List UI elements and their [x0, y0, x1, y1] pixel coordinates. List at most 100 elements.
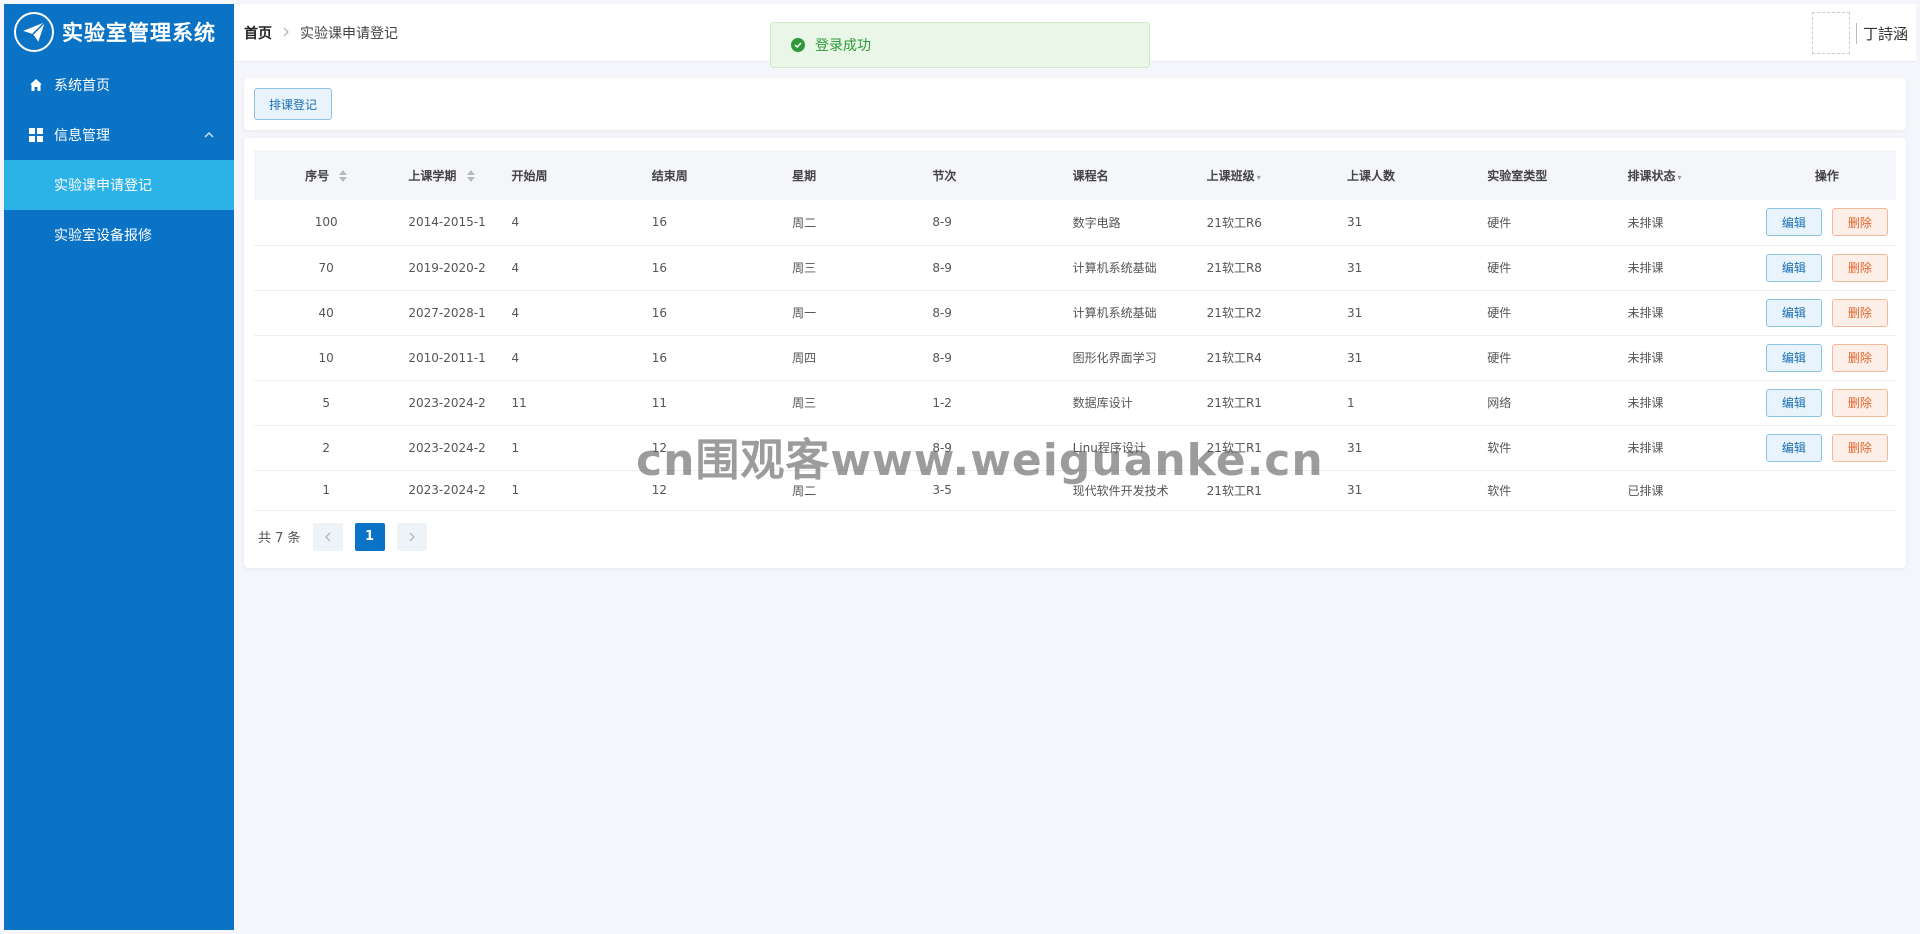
- avatar[interactable]: [1811, 12, 1850, 54]
- table-cell: 数字电路: [1072, 215, 1121, 230]
- chevron-up-icon: [204, 128, 214, 144]
- table-cell: 70: [318, 260, 334, 275]
- table-row: 2 2023-2024-2 1 12 8-9 Linu程序设计 21软工R1 31 软件 未排课 编…: [254, 425, 1896, 470]
- table-cell: 21软工R8: [1206, 261, 1262, 275]
- sidebar-item-home[interactable]: 系统首页: [4, 60, 234, 110]
- table-cell: 1: [1346, 395, 1355, 410]
- next-page-button[interactable]: [396, 522, 427, 551]
- table-cell: 硬件: [1487, 306, 1512, 320]
- column-header-schedule-status[interactable]: 排课状态 ▾: [1617, 150, 1757, 200]
- table-cell: 16: [651, 215, 668, 230]
- table-cell: 计算机系统基础: [1072, 306, 1157, 320]
- table-cell: [782, 425, 922, 470]
- table-cell: 图形化界面学习: [1072, 351, 1157, 365]
- table-cell: 16: [651, 350, 668, 365]
- table-cell: 2019-2020-2: [408, 260, 486, 275]
- edit-button[interactable]: 编辑: [1765, 388, 1822, 417]
- filter-arrow-icon[interactable]: ▾: [1677, 173, 1681, 182]
- delete-button[interactable]: 删除: [1831, 433, 1888, 462]
- table-cell: 31: [1346, 260, 1363, 275]
- page-number-button[interactable]: 1: [354, 522, 385, 551]
- delete-button[interactable]: 删除: [1831, 388, 1888, 417]
- column-header-end-week: 结束周: [651, 168, 688, 183]
- table-cell: 8-9: [932, 305, 952, 320]
- table-cell: 软件: [1487, 483, 1512, 498]
- table-cell: 100: [314, 215, 338, 230]
- breadcrumb-current: 实验课申请登记: [300, 25, 398, 42]
- table-cell: 3-5: [932, 483, 952, 497]
- table-cell: 21软工R2: [1206, 306, 1262, 320]
- table-cell-actions: 编辑 删除: [1758, 290, 1896, 335]
- sort-icon[interactable]: [466, 170, 475, 182]
- sidebar-item-label: 系统首页: [54, 78, 110, 94]
- edit-button[interactable]: 编辑: [1765, 343, 1822, 372]
- table-cell: 31: [1346, 305, 1363, 320]
- sort-icon[interactable]: [339, 170, 348, 182]
- table-cell: 31: [1346, 350, 1363, 365]
- table-cell: 12: [651, 483, 668, 497]
- edit-button[interactable]: 编辑: [1765, 253, 1822, 282]
- table-cell: 已排课: [1627, 483, 1664, 498]
- sidebar-item-lab-course-application[interactable]: 实验课申请登记: [4, 160, 234, 210]
- column-header-weekday: 星期: [792, 168, 817, 183]
- edit-button[interactable]: 编辑: [1765, 298, 1822, 327]
- table-cell: 2014-2015-1: [408, 215, 486, 230]
- table-row: 10 2010-2011-1 4 16 周四 8-9 图形化界面学习 21软工R4 31 硬件 未排…: [254, 335, 1896, 380]
- sidebar-item-label: 信息管理: [54, 128, 110, 144]
- column-header-index[interactable]: 序号: [254, 150, 398, 200]
- table-cell: 2010-2011-1: [408, 350, 486, 365]
- sidebar-item-label: 实验课申请登记: [54, 178, 152, 194]
- table-cell-actions: 编辑 删除: [1758, 245, 1896, 290]
- delete-button[interactable]: 删除: [1831, 343, 1888, 372]
- table-cell: 21软工R4: [1206, 351, 1262, 365]
- table-cell: 31: [1346, 483, 1363, 497]
- table-cell: 8-9: [932, 260, 952, 275]
- table-cell: 未排课: [1627, 441, 1664, 455]
- table-cell-actions: 编辑 删除: [1758, 425, 1896, 470]
- table-cell: 2023-2024-2: [408, 483, 486, 497]
- user-name[interactable]: 丁詩涵: [1855, 22, 1908, 44]
- app-title: 实验室管理系统: [62, 21, 216, 45]
- table-cell: 8-9: [932, 215, 952, 230]
- table-cell: 周四: [792, 351, 817, 365]
- schedule-register-button[interactable]: 排课登记: [254, 88, 333, 120]
- sidebar-item-info-management[interactable]: 信息管理: [4, 110, 234, 160]
- table-cell: 1: [511, 440, 520, 455]
- table-cell: 10: [318, 350, 334, 365]
- table-cell: 16: [651, 305, 668, 320]
- edit-button[interactable]: 编辑: [1765, 208, 1822, 237]
- table-cell: 周三: [792, 396, 817, 410]
- prev-page-button[interactable]: [312, 522, 343, 551]
- table-cell: 2023-2024-2: [408, 395, 486, 410]
- column-header-class[interactable]: 上课班级 ▾: [1197, 150, 1337, 200]
- chevron-left-icon: [324, 532, 330, 541]
- edit-button[interactable]: 编辑: [1765, 433, 1822, 462]
- table-row: 1 2023-2024-2 1 12 周二 3-5 现代软件开发技术 21软工R1 31 软件 已排…: [254, 470, 1896, 510]
- table-cell-actions: 编辑 删除: [1758, 380, 1896, 425]
- table-row: 100 2014-2015-1 4 16 周二 8-9 数字电路 21软工R6 31 硬件 未排课 编…: [254, 200, 1896, 245]
- table-cell: 未排课: [1627, 306, 1664, 320]
- table-cell: 1: [511, 483, 520, 497]
- table-cell: 2023-2024-2: [408, 440, 486, 455]
- delete-button[interactable]: 删除: [1831, 298, 1888, 327]
- success-toast: 登录成功: [770, 22, 1150, 68]
- table-cell: 21软工R1: [1206, 483, 1262, 498]
- table-cell: 11: [511, 395, 527, 410]
- column-header-term[interactable]: 上课学期: [398, 150, 501, 200]
- table-cell: 12: [651, 440, 668, 455]
- table-cell: 40: [318, 305, 334, 320]
- table-cell: 软件: [1487, 441, 1512, 455]
- sidebar-item-lab-equipment-repair[interactable]: 实验室设备报修: [4, 210, 234, 260]
- table-cell: 网络: [1487, 396, 1512, 410]
- chevron-right-icon: [282, 25, 290, 41]
- user-menu[interactable]: 丁詩涵: [1811, 12, 1908, 54]
- column-header-course-name: 课程名: [1072, 168, 1109, 183]
- table-cell: 硬件: [1487, 215, 1512, 230]
- delete-button[interactable]: 删除: [1831, 253, 1888, 282]
- filter-arrow-icon[interactable]: ▾: [1257, 173, 1261, 182]
- table-cell: 4: [511, 350, 520, 365]
- delete-button[interactable]: 删除: [1831, 208, 1888, 237]
- table-cell: 未排课: [1627, 396, 1664, 410]
- chevron-right-icon: [409, 532, 415, 541]
- breadcrumb-home[interactable]: 首页: [244, 23, 272, 43]
